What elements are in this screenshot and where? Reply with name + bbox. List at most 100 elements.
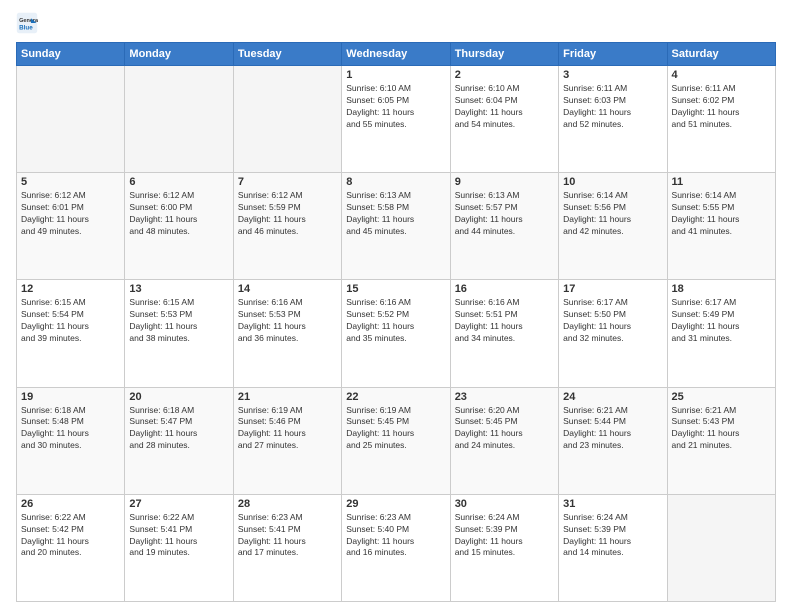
cell-line: Sunrise: 6:24 AM bbox=[455, 512, 554, 524]
cell-line: Sunset: 5:46 PM bbox=[238, 416, 337, 428]
cell-line: Daylight: 11 hours bbox=[129, 536, 228, 548]
cell-line: Daylight: 11 hours bbox=[238, 428, 337, 440]
day-number: 30 bbox=[455, 498, 554, 510]
cell-line: Sunrise: 6:13 AM bbox=[455, 190, 554, 202]
cell-line: Sunrise: 6:23 AM bbox=[346, 512, 445, 524]
day-number: 31 bbox=[563, 498, 662, 510]
day-number: 1 bbox=[346, 69, 445, 81]
cell-data: Sunrise: 6:19 AMSunset: 5:45 PMDaylight:… bbox=[346, 405, 445, 453]
calendar-cell: 29Sunrise: 6:23 AMSunset: 5:40 PMDayligh… bbox=[342, 494, 450, 601]
cell-line: and 51 minutes. bbox=[672, 119, 771, 131]
cell-line: Daylight: 11 hours bbox=[672, 321, 771, 333]
cell-data: Sunrise: 6:21 AMSunset: 5:43 PMDaylight:… bbox=[672, 405, 771, 453]
calendar-cell: 5Sunrise: 6:12 AMSunset: 6:01 PMDaylight… bbox=[17, 173, 125, 280]
cell-line: Sunrise: 6:24 AM bbox=[563, 512, 662, 524]
cell-line: and 45 minutes. bbox=[346, 226, 445, 238]
cell-line: Daylight: 11 hours bbox=[21, 428, 120, 440]
cell-line: Sunrise: 6:17 AM bbox=[672, 297, 771, 309]
cell-line: Sunrise: 6:13 AM bbox=[346, 190, 445, 202]
day-number: 8 bbox=[346, 176, 445, 188]
calendar-cell: 15Sunrise: 6:16 AMSunset: 5:52 PMDayligh… bbox=[342, 280, 450, 387]
cell-line: Daylight: 11 hours bbox=[346, 536, 445, 548]
calendar-cell: 1Sunrise: 6:10 AMSunset: 6:05 PMDaylight… bbox=[342, 66, 450, 173]
cell-data: Sunrise: 6:22 AMSunset: 5:42 PMDaylight:… bbox=[21, 512, 120, 560]
cell-line: and 54 minutes. bbox=[455, 119, 554, 131]
cell-line: Daylight: 11 hours bbox=[672, 107, 771, 119]
day-number: 11 bbox=[672, 176, 771, 188]
day-number: 25 bbox=[672, 391, 771, 403]
cell-line: Sunrise: 6:11 AM bbox=[563, 83, 662, 95]
cell-line: Daylight: 11 hours bbox=[455, 107, 554, 119]
calendar-cell bbox=[233, 66, 341, 173]
cell-data: Sunrise: 6:11 AMSunset: 6:03 PMDaylight:… bbox=[563, 83, 662, 131]
cell-line: Sunrise: 6:10 AM bbox=[346, 83, 445, 95]
day-number: 20 bbox=[129, 391, 228, 403]
cell-line: Sunset: 5:57 PM bbox=[455, 202, 554, 214]
cell-line: and 42 minutes. bbox=[563, 226, 662, 238]
day-number: 13 bbox=[129, 283, 228, 295]
calendar-cell: 2Sunrise: 6:10 AMSunset: 6:04 PMDaylight… bbox=[450, 66, 558, 173]
cell-data: Sunrise: 6:16 AMSunset: 5:53 PMDaylight:… bbox=[238, 297, 337, 345]
cell-line: Daylight: 11 hours bbox=[455, 428, 554, 440]
cell-data: Sunrise: 6:21 AMSunset: 5:44 PMDaylight:… bbox=[563, 405, 662, 453]
day-number: 12 bbox=[21, 283, 120, 295]
cell-line: Daylight: 11 hours bbox=[563, 214, 662, 226]
cell-line: Sunset: 5:43 PM bbox=[672, 416, 771, 428]
calendar-cell: 24Sunrise: 6:21 AMSunset: 5:44 PMDayligh… bbox=[559, 387, 667, 494]
cell-line: Sunrise: 6:22 AM bbox=[129, 512, 228, 524]
cell-line: Sunset: 5:39 PM bbox=[563, 524, 662, 536]
cell-line: Daylight: 11 hours bbox=[346, 107, 445, 119]
cell-line: and 28 minutes. bbox=[129, 440, 228, 452]
day-number: 7 bbox=[238, 176, 337, 188]
cell-line: Sunrise: 6:14 AM bbox=[672, 190, 771, 202]
col-header-monday: Monday bbox=[125, 43, 233, 66]
cell-line: Daylight: 11 hours bbox=[346, 428, 445, 440]
cell-line: Daylight: 11 hours bbox=[129, 321, 228, 333]
cell-line: Sunrise: 6:20 AM bbox=[455, 405, 554, 417]
cell-line: Sunrise: 6:11 AM bbox=[672, 83, 771, 95]
cell-line: Sunset: 5:41 PM bbox=[129, 524, 228, 536]
cell-line: Daylight: 11 hours bbox=[563, 321, 662, 333]
calendar-cell: 28Sunrise: 6:23 AMSunset: 5:41 PMDayligh… bbox=[233, 494, 341, 601]
cell-data: Sunrise: 6:19 AMSunset: 5:46 PMDaylight:… bbox=[238, 405, 337, 453]
calendar-cell bbox=[125, 66, 233, 173]
cell-data: Sunrise: 6:12 AMSunset: 5:59 PMDaylight:… bbox=[238, 190, 337, 238]
cell-line: and 36 minutes. bbox=[238, 333, 337, 345]
cell-line: Sunrise: 6:19 AM bbox=[238, 405, 337, 417]
cell-line: Daylight: 11 hours bbox=[672, 428, 771, 440]
cell-line: Sunrise: 6:10 AM bbox=[455, 83, 554, 95]
cell-line: Sunset: 5:47 PM bbox=[129, 416, 228, 428]
cell-line: Sunset: 5:54 PM bbox=[21, 309, 120, 321]
cell-line: Daylight: 11 hours bbox=[563, 107, 662, 119]
cell-line: and 41 minutes. bbox=[672, 226, 771, 238]
cell-line: and 17 minutes. bbox=[238, 547, 337, 559]
col-header-thursday: Thursday bbox=[450, 43, 558, 66]
cell-line: Sunrise: 6:14 AM bbox=[563, 190, 662, 202]
cell-data: Sunrise: 6:17 AMSunset: 5:49 PMDaylight:… bbox=[672, 297, 771, 345]
cell-line: Daylight: 11 hours bbox=[346, 214, 445, 226]
cell-line: Sunrise: 6:17 AM bbox=[563, 297, 662, 309]
cell-line: and 16 minutes. bbox=[346, 547, 445, 559]
cell-data: Sunrise: 6:16 AMSunset: 5:51 PMDaylight:… bbox=[455, 297, 554, 345]
cell-line: Sunrise: 6:16 AM bbox=[238, 297, 337, 309]
cell-line: Sunset: 5:44 PM bbox=[563, 416, 662, 428]
page: General Blue SundayMondayTuesdayWednesda… bbox=[0, 0, 792, 612]
calendar-cell: 3Sunrise: 6:11 AMSunset: 6:03 PMDaylight… bbox=[559, 66, 667, 173]
cell-line: Daylight: 11 hours bbox=[129, 214, 228, 226]
cell-data: Sunrise: 6:11 AMSunset: 6:02 PMDaylight:… bbox=[672, 83, 771, 131]
calendar-cell: 11Sunrise: 6:14 AMSunset: 5:55 PMDayligh… bbox=[667, 173, 775, 280]
col-header-wednesday: Wednesday bbox=[342, 43, 450, 66]
cell-data: Sunrise: 6:18 AMSunset: 5:47 PMDaylight:… bbox=[129, 405, 228, 453]
cell-line: Daylight: 11 hours bbox=[238, 536, 337, 548]
cell-data: Sunrise: 6:22 AMSunset: 5:41 PMDaylight:… bbox=[129, 512, 228, 560]
cell-line: Sunset: 5:59 PM bbox=[238, 202, 337, 214]
cell-data: Sunrise: 6:20 AMSunset: 5:45 PMDaylight:… bbox=[455, 405, 554, 453]
header: General Blue bbox=[16, 12, 776, 34]
day-number: 29 bbox=[346, 498, 445, 510]
cell-line: Sunrise: 6:12 AM bbox=[21, 190, 120, 202]
calendar-cell: 13Sunrise: 6:15 AMSunset: 5:53 PMDayligh… bbox=[125, 280, 233, 387]
cell-line: and 24 minutes. bbox=[455, 440, 554, 452]
cell-line: Sunrise: 6:15 AM bbox=[21, 297, 120, 309]
cell-line: Sunset: 5:41 PM bbox=[238, 524, 337, 536]
cell-line: Sunset: 6:02 PM bbox=[672, 95, 771, 107]
